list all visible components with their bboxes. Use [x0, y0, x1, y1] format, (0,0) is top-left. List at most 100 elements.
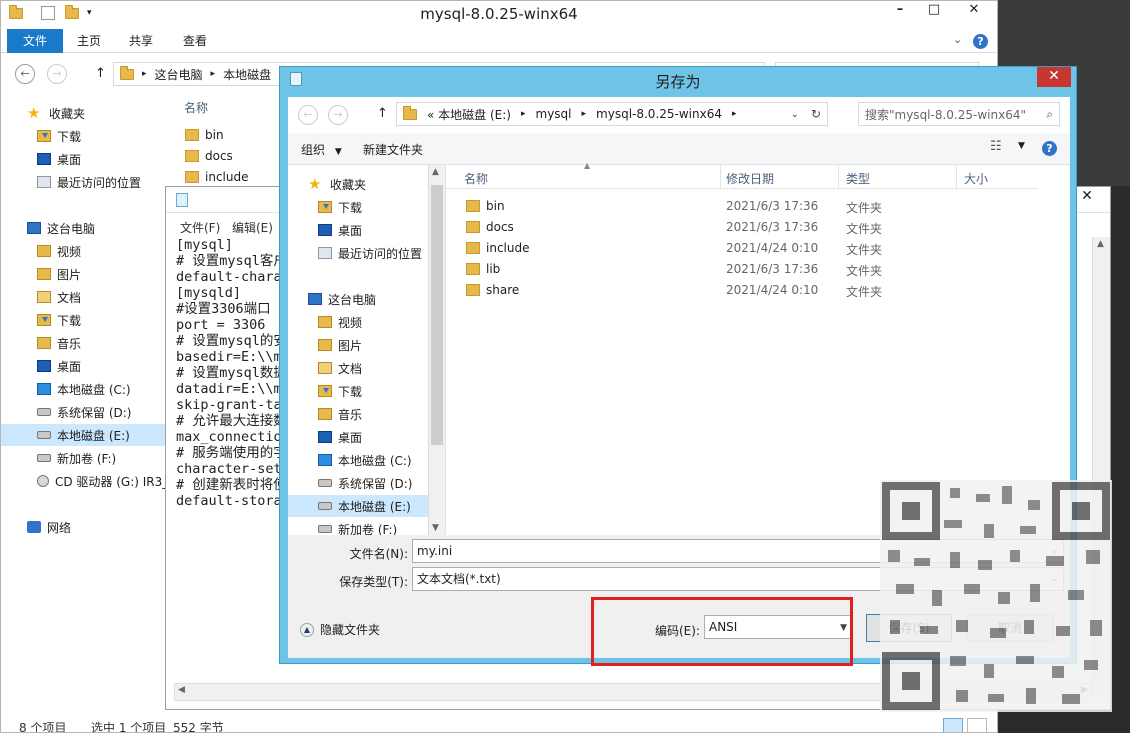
nav-downloads[interactable]: 下载 [1, 125, 165, 147]
column-header-name[interactable]: 名称 [464, 170, 488, 187]
tab-share[interactable]: 共享 [117, 29, 165, 53]
tab-view[interactable]: 查看 [171, 29, 219, 53]
nav-this-pc[interactable]: 这台电脑 [1, 217, 165, 239]
breadcrumb-disk-e[interactable]: « 本地磁盘 (E:) [427, 106, 511, 123]
back-button[interactable]: ← [15, 64, 35, 84]
breadcrumb-this-pc[interactable]: 这台电脑 [155, 66, 203, 83]
nav-label: 下载 [338, 200, 363, 215]
search-placeholder: 搜索"mysql-8.0.25-winx64" [865, 107, 1026, 122]
nav-music[interactable]: 音乐 [288, 403, 428, 425]
maximize-button[interactable]: □ [917, 1, 951, 21]
nav-desktop[interactable]: 桌面 [1, 148, 165, 170]
large-icons-view-icon[interactable] [967, 718, 987, 732]
dialog-address-bar[interactable]: « 本地磁盘 (E:) ▸ mysql ▸ mysql-8.0.25-winx6… [396, 102, 828, 126]
scroll-thumb[interactable] [431, 185, 443, 445]
nav-label: 系统保留 (D:) [57, 405, 132, 420]
search-icon[interactable]: ⌕ [1046, 107, 1053, 122]
dialog-close-button[interactable]: ✕ [1037, 67, 1071, 87]
list-item[interactable]: docs [185, 149, 233, 163]
nav-favorites[interactable]: ★ 收藏夹 [288, 173, 428, 195]
nav-disk-d[interactable]: 系统保留 (D:) [1, 401, 165, 423]
nav-pictures[interactable]: 图片 [1, 263, 165, 285]
nav-documents[interactable]: 文档 [1, 286, 165, 308]
minimize-button[interactable]: – [883, 1, 917, 21]
folder-icon [403, 105, 417, 120]
menu-file[interactable]: 文件(F) [180, 219, 220, 236]
nav-disk-c[interactable]: 本地磁盘 (C:) [1, 378, 165, 400]
ribbon-expand-icon[interactable]: ⌄ [953, 33, 962, 46]
menu-edit[interactable]: 编辑(E) [232, 219, 273, 236]
help-icon[interactable]: ? [1042, 141, 1057, 156]
documents-folder-icon [318, 362, 332, 374]
nav-videos[interactable]: 视频 [288, 311, 428, 333]
nav-pictures[interactable]: 图片 [288, 334, 428, 356]
nav-disk-e[interactable]: 本地磁盘 (E:) [1, 424, 165, 446]
organize-button[interactable]: 组织 ▼ [301, 141, 342, 158]
view-options-icon[interactable]: ☷ [990, 139, 1002, 154]
breadcrumb-mysql-winx64[interactable]: mysql-8.0.25-winx64 [596, 107, 722, 121]
tab-home[interactable]: 主页 [65, 29, 113, 53]
hide-folders-toggle[interactable]: ▲ 隐藏文件夹 [300, 621, 380, 638]
up-button[interactable]: ↑ [95, 66, 106, 81]
nav-cd-g[interactable]: CD 驱动器 (G:) IR3_ [1, 470, 168, 492]
nav-disk-f[interactable]: 新加卷 (F:) [1, 447, 165, 469]
list-item[interactable]: include [185, 170, 248, 184]
breadcrumb-local-disk[interactable]: 本地磁盘 [223, 66, 271, 83]
nav-disk-e[interactable]: 本地磁盘 (E:) [288, 495, 428, 517]
folder-icon [466, 221, 480, 233]
dialog-search-box[interactable]: 搜索"mysql-8.0.25-winx64" ⌕ [858, 102, 1060, 126]
nav-videos[interactable]: 视频 [1, 240, 165, 262]
file-name: lib [486, 262, 501, 276]
table-row[interactable]: lib 2021/6/3 17:36 文件夹 [446, 260, 1038, 280]
breadcrumb-separator-icon: ▸ [520, 109, 526, 119]
nav-disk-c[interactable]: 本地磁盘 (C:) [288, 449, 428, 471]
scroll-up-icon[interactable]: ▲ [432, 167, 439, 177]
nav-recent[interactable]: 最近访问的位置 [288, 242, 428, 264]
details-view-icon[interactable] [943, 718, 963, 732]
forward-button[interactable]: → [47, 64, 67, 84]
nav-downloads-2[interactable]: 下载 [1, 309, 165, 331]
table-row[interactable]: include 2021/4/24 0:10 文件夹 [446, 239, 1038, 259]
list-item[interactable]: bin [185, 128, 224, 142]
nav-desktop-2[interactable]: 桌面 [1, 355, 165, 377]
table-row[interactable]: bin 2021/6/3 17:36 文件夹 [446, 197, 1038, 217]
file-date: 2021/6/3 17:36 [726, 220, 819, 234]
new-folder-button[interactable]: 新建文件夹 [363, 141, 423, 158]
tab-file[interactable]: 文件 [7, 29, 64, 53]
nav-label: 音乐 [338, 407, 363, 422]
dialog-navigation-pane: ★ 收藏夹 下载 桌面 最近访问的位置 这台电脑 视频 图片 文档 下载 音乐 桌… [288, 165, 446, 565]
nav-recent[interactable]: 最近访问的位置 [1, 171, 165, 193]
nav-label: 本地磁盘 (E:) [338, 499, 411, 514]
column-header-name[interactable]: 名称 [184, 99, 208, 116]
scroll-up-icon[interactable]: ▲ [1097, 239, 1104, 249]
scroll-left-icon[interactable]: ◀ [178, 685, 185, 695]
nav-music[interactable]: 音乐 [1, 332, 165, 354]
nav-documents[interactable]: 文档 [288, 357, 428, 379]
column-header-date[interactable]: 修改日期 [726, 170, 774, 187]
nav-disk-d[interactable]: 系统保留 (D:) [288, 472, 428, 494]
nav-label: 下载 [57, 129, 82, 144]
table-row[interactable]: docs 2021/6/3 17:36 文件夹 [446, 218, 1038, 238]
address-dropdown-icon[interactable]: ⌄ [791, 109, 799, 120]
nav-this-pc[interactable]: 这台电脑 [288, 288, 428, 310]
breadcrumb-mysql[interactable]: mysql [536, 107, 572, 121]
nav-desktop[interactable]: 桌面 [288, 219, 428, 241]
view-dropdown-icon[interactable]: ▼ [1018, 141, 1025, 151]
column-header-type[interactable]: 类型 [846, 170, 870, 187]
nav-downloads[interactable]: 下载 [288, 196, 428, 218]
close-button[interactable]: ✕ [951, 1, 997, 21]
nav-favorites[interactable]: ★ 收藏夹 [1, 102, 165, 124]
scroll-down-icon[interactable]: ▼ [432, 523, 439, 533]
refresh-icon[interactable]: ↻ [811, 107, 821, 121]
forward-button[interactable]: → [328, 105, 348, 125]
nav-scrollbar[interactable]: ▲ ▼ [428, 165, 445, 535]
nav-downloads-2[interactable]: 下载 [288, 380, 428, 402]
nav-network[interactable]: 网络 [1, 516, 165, 538]
column-header-size[interactable]: 大小 [964, 170, 988, 187]
table-row[interactable]: share 2021/4/24 0:10 文件夹 [446, 281, 1038, 301]
videos-folder-icon [37, 245, 51, 257]
back-button[interactable]: ← [298, 105, 318, 125]
up-button[interactable]: ↑ [377, 106, 388, 121]
nav-desktop-2[interactable]: 桌面 [288, 426, 428, 448]
help-icon[interactable]: ? [973, 34, 988, 49]
